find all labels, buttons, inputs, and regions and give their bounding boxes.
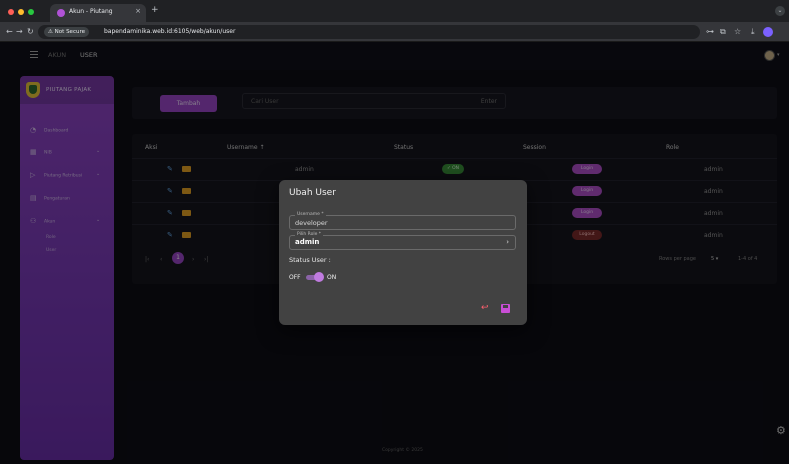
not-secure-chip[interactable]: ⚠ Not Secure: [44, 27, 89, 37]
new-tab-button[interactable]: +: [151, 5, 159, 15]
username-label: Username *: [295, 212, 326, 217]
status-user-label: Status User :: [289, 256, 331, 264]
undo-icon[interactable]: ↩: [481, 303, 489, 313]
edit-user-dialog: Ubah User Username * developer Pilih Rol…: [279, 180, 527, 325]
save-icon[interactable]: [501, 304, 510, 313]
url-text[interactable]: bapendaminika.web.id:6105/web/akun/user: [104, 28, 235, 35]
minimize-window-dot[interactable]: [18, 9, 24, 15]
address-bar-row: ← → ↻ ⚠ Not Secure bapendaminika.web.id:…: [0, 22, 789, 42]
bookmark-star-icon[interactable]: ☆: [734, 27, 741, 36]
forward-icon[interactable]: →: [16, 27, 23, 36]
toggle-knob[interactable]: [314, 272, 324, 282]
username-field[interactable]: Username * developer: [289, 212, 516, 230]
translate-icon[interactable]: ⊶: [706, 27, 714, 36]
extensions-icon[interactable]: ⧉: [720, 27, 726, 37]
maximize-window-dot[interactable]: [28, 9, 34, 15]
tab-close-icon[interactable]: ×: [135, 7, 141, 15]
url-omnibox[interactable]: ⚠ Not Secure bapendaminika.web.id:6105/w…: [38, 25, 700, 39]
reload-icon[interactable]: ↻: [27, 27, 34, 36]
close-window-dot[interactable]: [8, 9, 14, 15]
chevron-right-icon[interactable]: ›: [506, 238, 509, 246]
toggle-on-label: ON: [327, 274, 337, 281]
tab-search-icon[interactable]: ⌄: [775, 6, 785, 16]
browser-tab-bar: Akun - Piutang × + ⌄: [0, 0, 789, 22]
back-icon[interactable]: ←: [6, 27, 13, 36]
role-select[interactable]: Pilih Role * admin ›: [289, 232, 516, 250]
username-value[interactable]: developer: [295, 219, 328, 227]
tab-favicon-icon: [57, 9, 65, 17]
role-label: Pilih Role *: [295, 232, 324, 237]
dialog-title: Ubah User: [289, 188, 336, 198]
role-value[interactable]: admin: [295, 238, 319, 246]
toggle-off-label: OFF: [289, 274, 301, 281]
tab-title: Akun - Piutang: [69, 8, 113, 15]
browser-profile-icon[interactable]: [763, 27, 773, 37]
download-icon[interactable]: ⤓: [751, 27, 755, 37]
browser-tab[interactable]: Akun - Piutang ×: [50, 4, 146, 22]
